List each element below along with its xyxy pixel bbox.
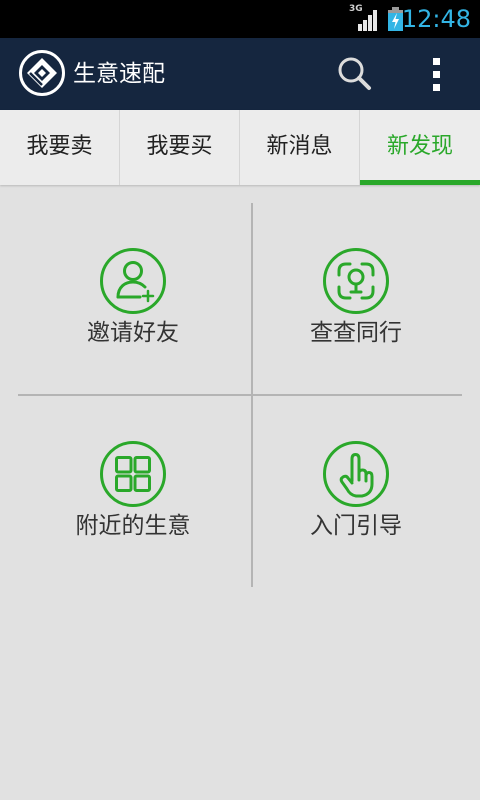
hand-pointer-icon	[323, 441, 389, 507]
clock: 12:48	[401, 5, 471, 33]
tab-label: 我要买	[146, 134, 213, 159]
app-title: 生意速配	[73, 61, 165, 87]
status-bar: 3G 12:48	[0, 0, 480, 38]
tab-label: 新消息	[266, 134, 333, 159]
grid-icon	[100, 441, 166, 507]
nearby-business-item[interactable]: 附近的生意	[33, 439, 233, 540]
invite-friends-item[interactable]: 邀请好友	[33, 246, 233, 347]
signal-icon	[358, 10, 377, 31]
nearby-business-label: 附近的生意	[75, 513, 191, 539]
search-icon[interactable]	[334, 54, 374, 94]
invite-friends-label: 邀请好友	[87, 320, 179, 346]
locate-peers-icon	[323, 248, 389, 314]
app-bar: 生意速配	[0, 38, 480, 110]
add-friend-icon	[100, 248, 166, 314]
getting-started-item[interactable]: 入门引导	[256, 439, 456, 540]
tab-buy[interactable]: 我要买	[120, 110, 240, 185]
tab-label: 我要卖	[26, 134, 93, 159]
tab-label: 新发现	[386, 134, 453, 159]
grid-divider-horizontal	[18, 394, 462, 396]
tab-discover[interactable]: 新发现	[360, 110, 480, 185]
tab-messages[interactable]: 新消息	[240, 110, 360, 185]
battery-charging-icon	[388, 7, 403, 31]
tab-bar: 我要卖 我要买 新消息 新发现	[0, 110, 480, 185]
app-logo-icon[interactable]	[18, 49, 66, 97]
find-peers-label: 查查同行	[310, 320, 402, 346]
tab-sell[interactable]: 我要卖	[0, 110, 120, 185]
getting-started-label: 入门引导	[310, 513, 402, 539]
find-peers-item[interactable]: 查查同行	[256, 246, 456, 347]
overflow-menu-icon[interactable]	[424, 54, 450, 94]
